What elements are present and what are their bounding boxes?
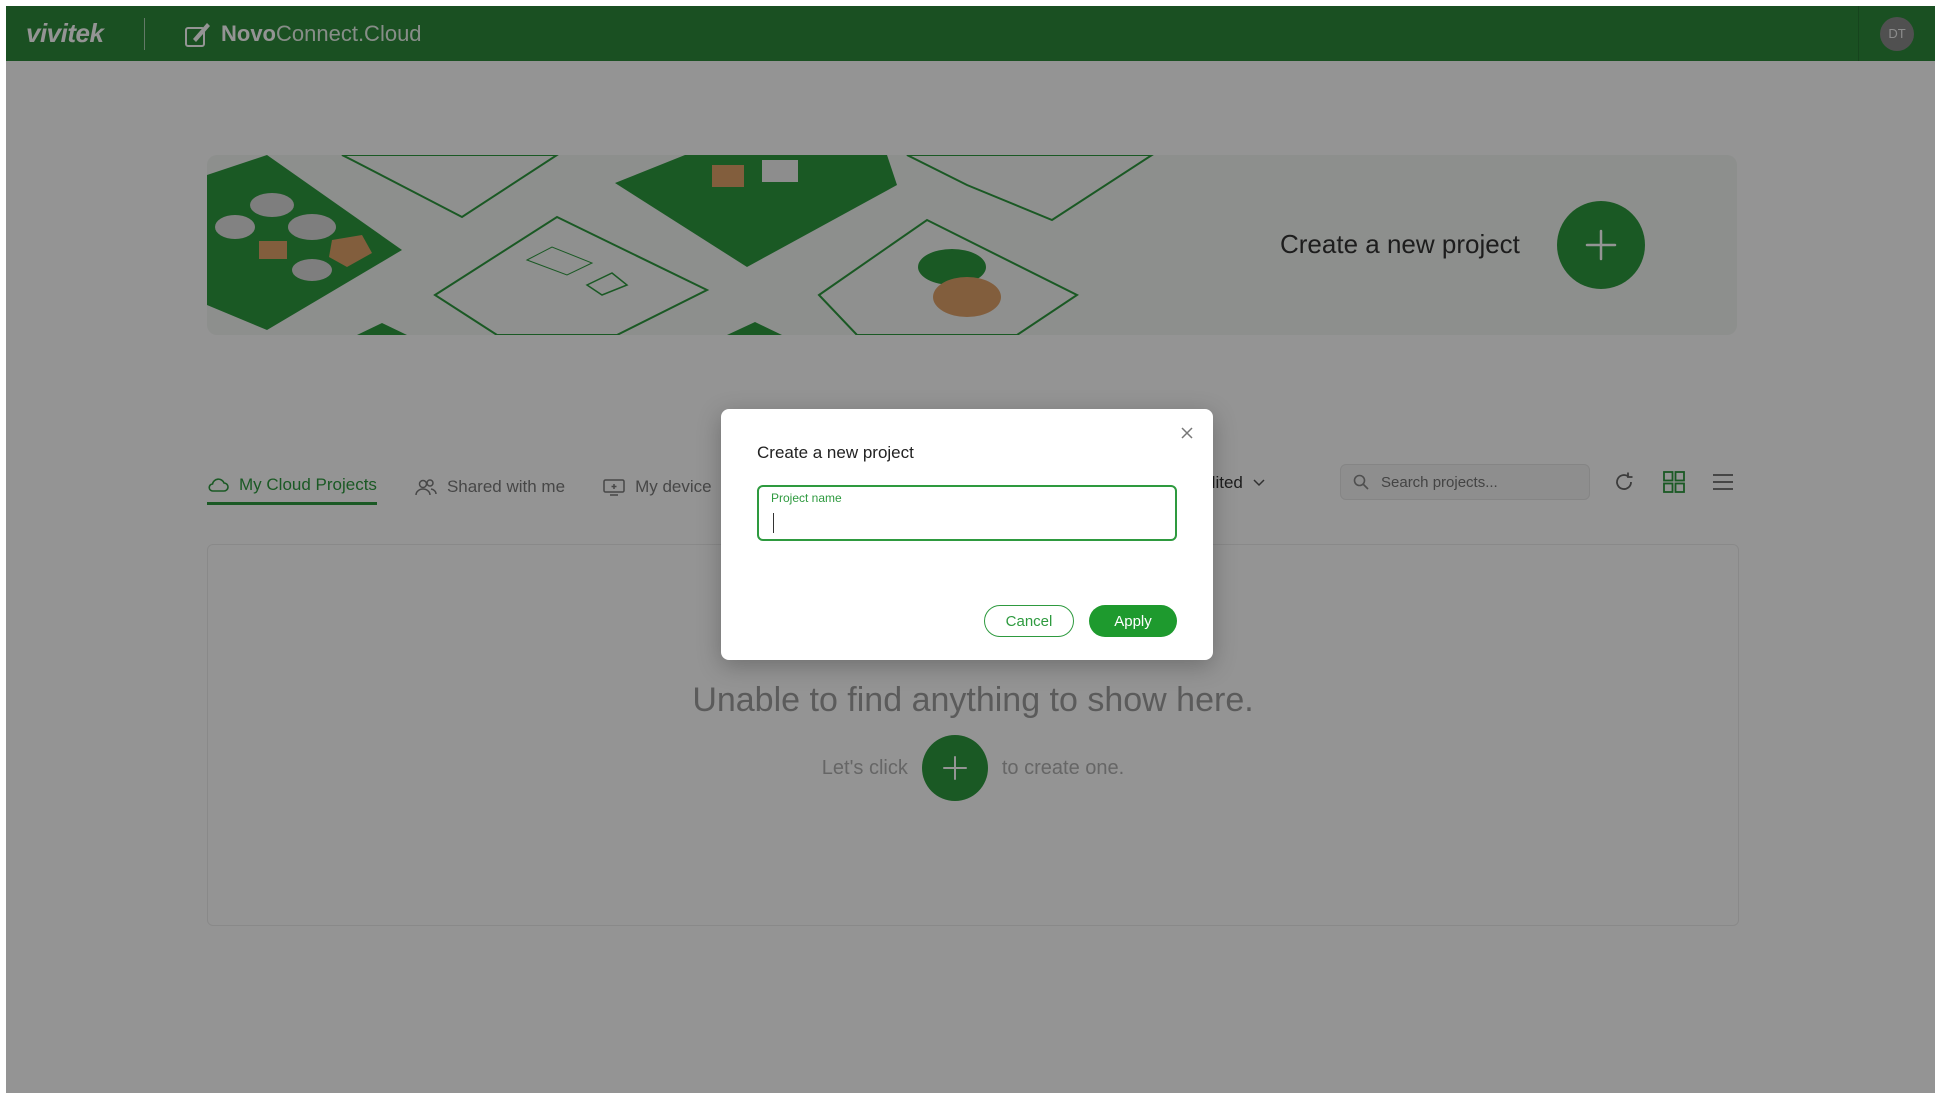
app-window: vivitek Novo Connect.Cloud DT Create a n… [6, 6, 1935, 1093]
project-name-field: Project name [757, 485, 1177, 541]
text-caret [773, 513, 774, 533]
apply-button[interactable]: Apply [1089, 605, 1177, 637]
close-button[interactable] [1177, 423, 1197, 443]
create-project-dialog: Create a new project Project name Cancel… [721, 409, 1213, 660]
project-name-label: Project name [771, 491, 842, 505]
dialog-title: Create a new project [757, 443, 914, 462]
cancel-button[interactable]: Cancel [984, 605, 1074, 637]
close-icon [1181, 427, 1193, 439]
project-name-input[interactable] [771, 511, 1165, 537]
